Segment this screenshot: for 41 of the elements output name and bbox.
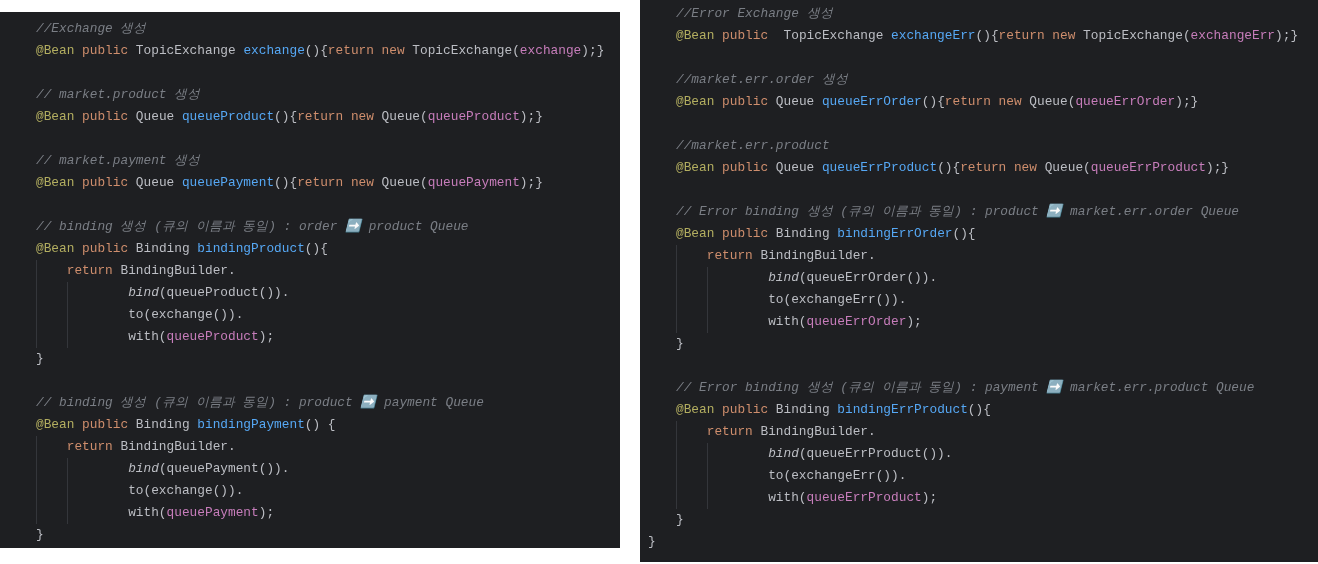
code-line: } bbox=[676, 335, 684, 353]
code-line: to(exchange()). bbox=[128, 306, 244, 324]
code-comment: // market.payment 생성 bbox=[36, 152, 201, 170]
code-line: return BindingBuilder. bbox=[706, 423, 876, 441]
code-comment: // binding 생성 (큐의 이름과 동일) : product ➡ payment Queue bbox=[36, 393, 484, 412]
code-line: bind(queuePayment()). bbox=[128, 460, 290, 478]
code-line: @Bean public Queue queueProduct(){return new Queue(queueProduct);} bbox=[36, 108, 543, 126]
code-line: with(queueErrOrder); bbox=[768, 313, 922, 331]
code-line: to(exchangeErr()). bbox=[768, 467, 907, 485]
code-line: to(exchange()). bbox=[128, 482, 244, 500]
code-line: with(queuePayment); bbox=[128, 504, 275, 522]
code-line: @Bean public TopicExchange exchange(){return new TopicExchange(exchange);} bbox=[36, 42, 605, 60]
code-line: return BindingBuilder. bbox=[706, 247, 876, 265]
code-line: @Bean public Binding bindingErrOrder(){ bbox=[676, 225, 976, 243]
code-comment: // binding 생성 (큐의 이름과 동일) : order ➡ product Queue bbox=[36, 217, 469, 236]
code-comment: // Error binding 생성 (큐의 이름과 동일) : payment ➡ market.err.product Queue bbox=[676, 378, 1255, 397]
code-line: bind(queueErrOrder()). bbox=[768, 269, 938, 287]
code-line: with(queueProduct); bbox=[128, 328, 275, 346]
code-line: @Bean public Binding bindingPayment() { bbox=[36, 416, 336, 434]
code-comment: // market.product 생성 bbox=[36, 86, 201, 104]
code-line: @Bean public Queue queueErrOrder(){return new Queue(queueErrOrder);} bbox=[676, 93, 1199, 111]
code-comment: //market.err.product bbox=[676, 137, 830, 155]
code-line: @Bean public TopicExchange exchangeErr(){return new TopicExchange(exchangeErr);} bbox=[676, 27, 1299, 45]
code-line: bind(queueErrProduct()). bbox=[768, 445, 953, 463]
code-line: @Bean public Queue queueErrProduct(){return new Queue(queueErrProduct);} bbox=[676, 159, 1229, 177]
code-line: bind(queueProduct()). bbox=[128, 284, 290, 302]
code-line: with(queueErrProduct); bbox=[768, 489, 938, 507]
code-line: } bbox=[36, 350, 44, 368]
code-comment: //market.err.order 생성 bbox=[676, 71, 848, 89]
code-line: } bbox=[36, 526, 44, 544]
code-comment: // Error binding 생성 (큐의 이름과 동일) : product ➡ market.err.order Queue bbox=[676, 202, 1240, 221]
code-line: } bbox=[676, 511, 684, 529]
code-line: return BindingBuilder. bbox=[66, 262, 236, 280]
code-line: @Bean public Binding bindingErrProduct(){ bbox=[676, 401, 991, 419]
code-line: to(exchangeErr()). bbox=[768, 291, 907, 309]
code-line: @Bean public Queue queuePayment(){return new Queue(queuePayment);} bbox=[36, 174, 543, 192]
code-line: return BindingBuilder. bbox=[66, 438, 236, 456]
code-line: } bbox=[648, 533, 656, 551]
code-comment: //Exchange 생성 bbox=[36, 20, 147, 38]
code-line: @Bean public Binding bindingProduct(){ bbox=[36, 240, 328, 258]
code-comment: //Error Exchange 생성 bbox=[676, 5, 833, 23]
